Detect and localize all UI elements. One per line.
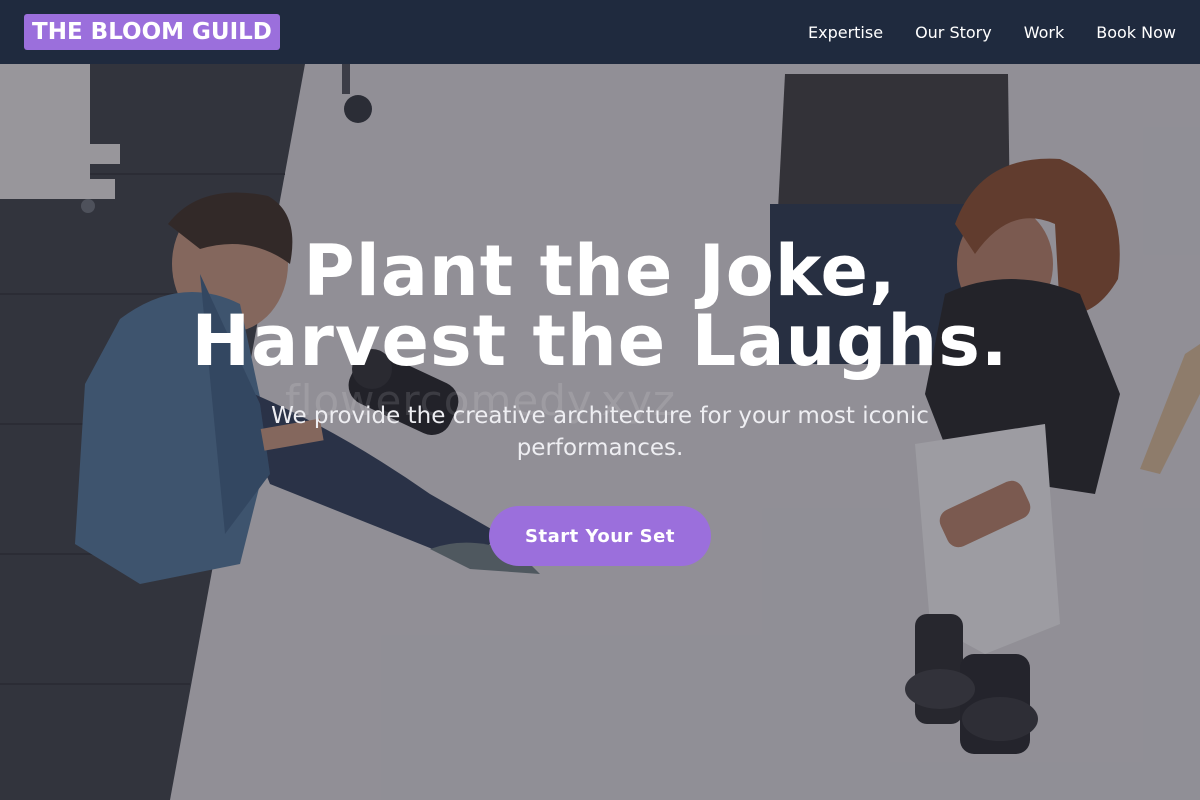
nav-link-our-story[interactable]: Our Story: [915, 23, 992, 42]
hero-subheadline: We provide the creative architecture for…: [271, 403, 929, 461]
hero-headline-line-1: Plant the Joke,: [303, 230, 897, 312]
main-nav: Expertise Our Story Work Book Now: [808, 23, 1176, 42]
site-logo[interactable]: THE BLOOM GUILD: [24, 14, 280, 50]
start-your-set-button[interactable]: Start Your Set: [489, 506, 711, 566]
hero-section: flowercomedy.xyz Plant the Joke, Harvest…: [0, 64, 1200, 800]
site-header: THE BLOOM GUILD Expertise Our Story Work…: [0, 0, 1200, 64]
nav-link-book-now[interactable]: Book Now: [1096, 23, 1176, 42]
nav-link-work[interactable]: Work: [1024, 23, 1065, 42]
hero-headline: Plant the Joke, Harvest the Laughs.: [0, 236, 1200, 376]
nav-link-expertise[interactable]: Expertise: [808, 23, 883, 42]
hero-headline-line-2: Harvest the Laughs.: [191, 300, 1009, 382]
